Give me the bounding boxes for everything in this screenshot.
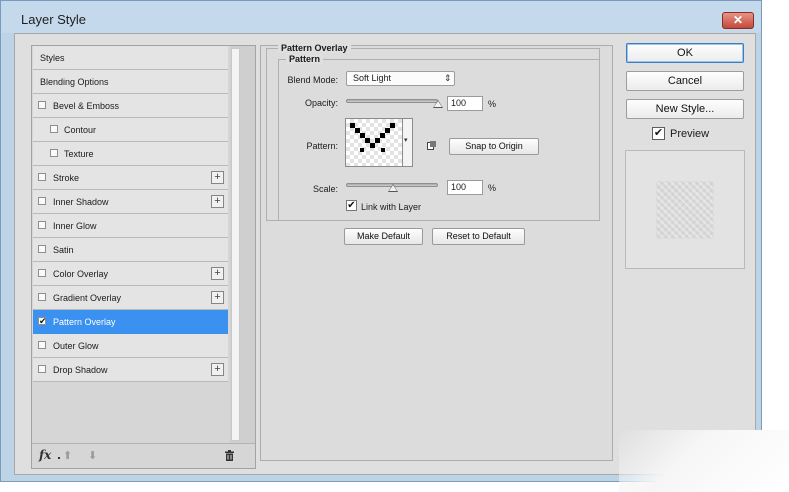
inner-shadow-checkbox[interactable] <box>38 197 46 205</box>
style-item-label: Stroke <box>53 173 80 183</box>
pattern-dropdown-button[interactable]: ▾ <box>403 118 413 167</box>
style-item-pattern-overlay[interactable]: ✔ Pattern Overlay <box>33 310 228 334</box>
contour-checkbox[interactable] <box>50 125 58 133</box>
style-item-label: Bevel & Emboss <box>53 101 120 111</box>
style-item-label: Inner Shadow <box>53 197 109 207</box>
preview-label: Preview <box>670 128 710 140</box>
style-item-label: Outer Glow <box>53 341 99 351</box>
scrollbar-thumb[interactable] <box>231 48 240 441</box>
style-item-label: Texture <box>64 149 94 159</box>
preview-checkbox[interactable]: ✔ <box>652 127 665 140</box>
pattern-picker[interactable] <box>345 118 403 167</box>
blend-mode-value: Soft Light <box>353 73 392 83</box>
panel-title: Pattern Overlay <box>278 43 351 53</box>
opacity-unit: % <box>488 99 497 109</box>
styles-scrollbar[interactable] <box>230 46 255 443</box>
style-item-inner-shadow[interactable]: Inner Shadow + <box>33 190 228 214</box>
style-item-color-overlay[interactable]: Color Overlay + <box>33 262 228 286</box>
new-style-button[interactable]: New Style... <box>626 99 744 119</box>
title-bar: Layer Style ✕ <box>1 1 761 33</box>
pattern-label: Pattern: <box>306 141 338 151</box>
select-arrows-icon: ⇕ <box>444 73 452 83</box>
scale-label: Scale: <box>312 184 338 194</box>
style-item-label: Styles <box>40 53 65 63</box>
opacity-label: Opacity: <box>304 98 338 108</box>
pattern-thumbnail <box>350 123 395 152</box>
style-item-styles[interactable]: Styles <box>33 46 228 70</box>
link-with-layer-checkbox[interactable]: ✔ <box>346 200 357 211</box>
group-title: Pattern <box>286 54 324 64</box>
stroke-checkbox[interactable] <box>38 173 46 181</box>
style-item-satin[interactable]: Satin <box>33 238 228 262</box>
style-item-texture[interactable]: Texture <box>33 142 228 166</box>
style-item-blending-options[interactable]: Blending Options <box>33 70 228 94</box>
add-stroke-button[interactable]: + <box>211 171 224 184</box>
add-drop-shadow-button[interactable]: + <box>211 363 224 376</box>
styles-footer-toolbar: fx ⬆ ⬇ <box>32 443 255 468</box>
dialog-title: Layer Style <box>21 12 87 27</box>
texture-checkbox[interactable] <box>50 149 58 157</box>
drop-shadow-checkbox[interactable] <box>38 365 46 373</box>
dialog-body: Styles Blending Options Bevel & Emboss C… <box>14 33 756 475</box>
close-button[interactable]: ✕ <box>722 12 754 29</box>
pattern-overlay-checkbox[interactable]: ✔ <box>38 317 47 326</box>
fx-menu-dot <box>58 457 60 459</box>
make-default-button[interactable]: Make Default <box>344 228 423 245</box>
ok-button[interactable]: OK <box>626 43 744 63</box>
preview-swatch <box>656 181 714 239</box>
link-with-layer-label: Link with Layer <box>361 202 422 212</box>
style-item-drop-shadow[interactable]: Drop Shadow + <box>33 358 228 382</box>
add-inner-shadow-button[interactable]: + <box>211 195 224 208</box>
style-item-inner-glow[interactable]: Inner Glow <box>33 214 228 238</box>
reset-to-default-button[interactable]: Reset to Default <box>432 228 525 245</box>
satin-checkbox[interactable] <box>38 245 46 253</box>
scale-input[interactable]: 100 <box>447 180 483 195</box>
opacity-slider[interactable] <box>346 99 438 103</box>
style-item-outer-glow[interactable]: Outer Glow <box>33 334 228 358</box>
scale-slider-thumb[interactable] <box>388 184 398 192</box>
move-up-icon[interactable]: ⬆ <box>63 449 72 462</box>
trash-icon[interactable] <box>225 450 234 461</box>
style-item-label: Inner Glow <box>53 221 97 231</box>
style-item-label: Blending Options <box>40 77 109 87</box>
add-color-overlay-button[interactable]: + <box>211 267 224 280</box>
style-item-label: Pattern Overlay <box>53 317 116 327</box>
style-item-contour[interactable]: Contour <box>33 118 228 142</box>
corner-fade <box>619 430 789 492</box>
style-preview <box>625 150 745 269</box>
layer-style-dialog: Layer Style ✕ Styles Blending Options Be… <box>0 0 762 482</box>
opacity-input[interactable]: 100 <box>447 96 483 111</box>
bevel-emboss-checkbox[interactable] <box>38 101 46 109</box>
style-item-label: Drop Shadow <box>53 365 108 375</box>
fx-icon[interactable]: fx <box>39 448 51 462</box>
style-item-stroke[interactable]: Stroke + <box>33 166 228 190</box>
blend-mode-select[interactable]: Soft Light ⇕ <box>346 71 455 86</box>
cancel-button[interactable]: Cancel <box>626 71 744 91</box>
gradient-overlay-checkbox[interactable] <box>38 293 46 301</box>
inner-glow-checkbox[interactable] <box>38 221 46 229</box>
style-item-label: Contour <box>64 125 97 135</box>
chevron-down-icon: ▾ <box>404 137 408 144</box>
new-preset-icon[interactable] <box>427 141 436 150</box>
opacity-slider-thumb[interactable] <box>433 100 443 108</box>
style-item-bevel-emboss[interactable]: Bevel & Emboss <box>33 94 228 118</box>
color-overlay-checkbox[interactable] <box>38 269 46 277</box>
style-item-gradient-overlay[interactable]: Gradient Overlay + <box>33 286 228 310</box>
style-item-label: Satin <box>53 245 74 255</box>
blend-mode-label: Blend Mode: <box>287 75 338 85</box>
style-item-label: Color Overlay <box>53 269 109 279</box>
outer-glow-checkbox[interactable] <box>38 341 46 349</box>
scale-unit: % <box>488 183 497 193</box>
move-down-icon[interactable]: ⬇ <box>88 449 97 462</box>
add-gradient-overlay-button[interactable]: + <box>211 291 224 304</box>
style-item-label: Gradient Overlay <box>53 293 122 303</box>
styles-list: Styles Blending Options Bevel & Emboss C… <box>31 45 256 469</box>
snap-to-origin-button[interactable]: Snap to Origin <box>449 138 539 155</box>
